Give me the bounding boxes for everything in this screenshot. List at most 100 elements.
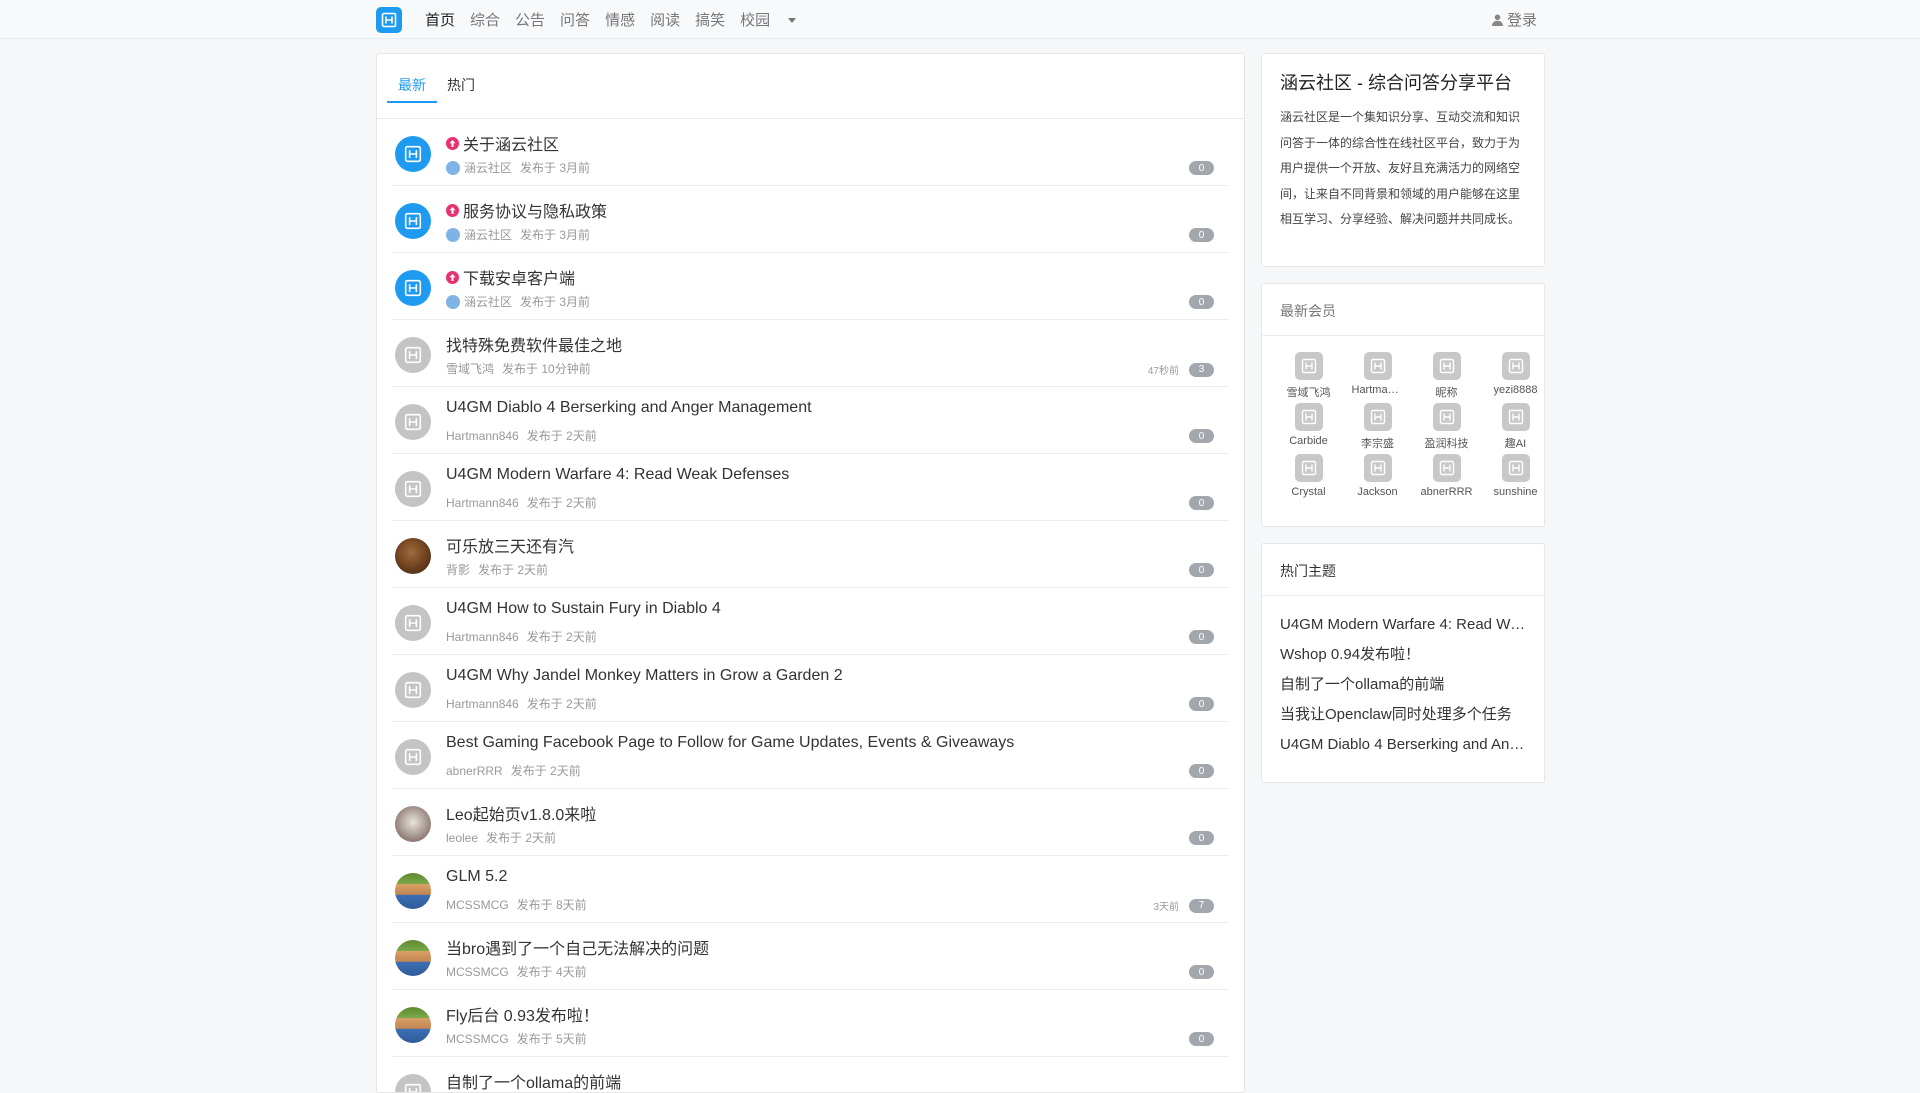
post-title-link[interactable]: U4GM How to Sustain Fury in Diablo 4 (446, 600, 721, 618)
post-title-link[interactable]: 下载安卓客户端 (446, 265, 575, 289)
tab-latest[interactable]: 最新 (398, 75, 426, 95)
post-row[interactable]: Leo起始页v1.8.0来啦 leolee 发布于 2天前 0 (392, 789, 1229, 856)
post-title-link[interactable]: Fly后台 0.93发布啦！ (446, 1002, 599, 1026)
nav-link-qa[interactable]: 问答 (560, 9, 590, 30)
post-title-link[interactable]: 找特殊免费软件最佳之地 (446, 332, 622, 356)
post-row[interactable]: GLM 5.2 MCSSMCG 发布于 8天前 3天前 7 (392, 856, 1229, 923)
post-row[interactable]: 下载安卓客户端 涵云社区 发布于 3月前 0 (392, 253, 1229, 320)
user-avatar[interactable] (395, 806, 431, 842)
post-author[interactable]: Hartmann846 (446, 496, 519, 510)
member-name: sunshine (1493, 486, 1538, 498)
user-avatar[interactable] (395, 538, 431, 574)
default-avatar-icon[interactable] (395, 672, 431, 708)
member-item[interactable]: 盈润科技 (1412, 403, 1481, 451)
user-icon (1491, 14, 1503, 26)
member-item[interactable]: Hartmann846 (1343, 352, 1412, 400)
post-title-link[interactable]: Best Gaming Facebook Page to Follow for … (446, 734, 1014, 752)
user-avatar[interactable] (395, 873, 431, 909)
post-meta: Hartmann846 发布于 2天前 (446, 494, 597, 511)
post-author[interactable]: 涵云社区 (464, 159, 512, 176)
post-title-link[interactable]: 当bro遇到了一个自己无法解决的问题 (446, 935, 709, 959)
post-author[interactable]: MCSSMCG (446, 898, 509, 912)
default-avatar-icon[interactable] (395, 1074, 431, 1092)
nav-link-emotion[interactable]: 情感 (605, 9, 635, 30)
member-item[interactable]: abnerRRR (1412, 454, 1481, 498)
post-row[interactable]: Fly后台 0.93发布啦！ MCSSMCG 发布于 5天前 0 (392, 990, 1229, 1057)
hot-topic-link[interactable]: Wshop 0.94发布啦！ (1280, 646, 1526, 676)
nav-link-reading[interactable]: 阅读 (650, 9, 680, 30)
post-author[interactable]: 背影 (446, 561, 470, 578)
post-author[interactable]: Hartmann846 (446, 429, 519, 443)
post-row[interactable]: U4GM Why Jandel Monkey Matters in Grow a… (392, 655, 1229, 722)
post-row[interactable]: 当bro遇到了一个自己无法解决的问题 MCSSMCG 发布于 4天前 0 (392, 923, 1229, 990)
post-author[interactable]: Hartmann846 (446, 630, 519, 644)
post-title-link[interactable]: U4GM Modern Warfare 4: Read Weak Defense… (446, 466, 789, 484)
post-author[interactable]: Hartmann846 (446, 697, 519, 711)
member-item[interactable]: Jackson (1343, 454, 1412, 498)
member-avatar-icon (1432, 403, 1461, 431)
post-author[interactable]: 涵云社区 (464, 293, 512, 310)
post-row[interactable]: 服务协议与隐私政策 涵云社区 发布于 3月前 0 (392, 186, 1229, 253)
hot-topic-link[interactable]: 当我让Openclaw同时处理多个任务 (1280, 706, 1526, 736)
post-title-link[interactable]: 服务协议与隐私政策 (446, 198, 607, 222)
member-item[interactable]: 趣AI (1481, 403, 1550, 451)
post-author[interactable]: MCSSMCG (446, 1032, 509, 1046)
post-row[interactable]: U4GM Modern Warfare 4: Read Weak Defense… (392, 454, 1229, 521)
default-avatar-icon[interactable] (395, 404, 431, 440)
user-avatar[interactable] (395, 1007, 431, 1043)
post-row[interactable]: 关于涵云社区 涵云社区 发布于 3月前 0 (392, 119, 1229, 186)
about-title: 涵云社区 - 综合问答分享平台 (1280, 73, 1512, 93)
post-author[interactable]: abnerRRR (446, 764, 503, 778)
post-row[interactable]: U4GM Diablo 4 Berserking and Anger Manag… (392, 387, 1229, 454)
post-author[interactable]: 涵云社区 (464, 226, 512, 243)
post-author[interactable]: 雪域飞鸿 (446, 360, 494, 377)
member-item[interactable]: 昵称 (1412, 352, 1481, 400)
hot-topic-link[interactable]: U4GM Modern Warfare 4: Read Weak Defense… (1280, 616, 1526, 646)
member-item[interactable]: 雪域飞鸿 (1274, 352, 1343, 400)
nav-link-home[interactable]: 首页 (425, 9, 455, 30)
more-dropdown-caret-icon[interactable] (788, 17, 797, 23)
default-avatar-icon[interactable] (395, 203, 431, 239)
default-avatar-icon[interactable] (395, 136, 431, 172)
post-title-text: 当bro遇到了一个自己无法解决的问题 (446, 941, 710, 958)
member-item[interactable]: sunshine (1481, 454, 1550, 498)
user-avatar[interactable] (395, 940, 431, 976)
post-row[interactable]: 自制了一个ollama的前端 MCSSMCG 发布于 5天前 0 (392, 1057, 1229, 1092)
post-author[interactable]: MCSSMCG (446, 965, 509, 979)
post-title-link[interactable]: Leo起始页v1.8.0来啦 (446, 801, 596, 825)
post-author[interactable]: leolee (446, 831, 478, 845)
post-title-link[interactable]: GLM 5.2 (446, 868, 507, 886)
post-row[interactable]: 可乐放三天还有汽 背影 发布于 2天前 0 (392, 521, 1229, 588)
site-logo-icon[interactable] (376, 7, 402, 33)
default-avatar-icon[interactable] (395, 605, 431, 641)
member-item[interactable]: Carbide (1274, 403, 1343, 451)
post-row[interactable]: 找特殊免费软件最佳之地 雪域飞鸿 发布于 10分钟前 47秒前 3 (392, 320, 1229, 387)
hot-topic-link[interactable]: U4GM Diablo 4 Berserking and Anger Manag… (1280, 736, 1526, 766)
post-title-link[interactable]: U4GM Diablo 4 Berserking and Anger Manag… (446, 399, 812, 417)
sort-tabs: 最新 热门 (377, 54, 1244, 119)
post-row[interactable]: Best Gaming Facebook Page to Follow for … (392, 722, 1229, 789)
hot-topic-link[interactable]: 自制了一个ollama的前端 (1280, 676, 1526, 706)
nav-link-general[interactable]: 综合 (470, 9, 500, 30)
post-title-link[interactable]: 可乐放三天还有汽 (446, 533, 574, 557)
nav-link-announcements[interactable]: 公告 (515, 9, 545, 30)
default-avatar-icon[interactable] (395, 471, 431, 507)
default-avatar-icon[interactable] (395, 337, 431, 373)
post-title-link[interactable]: 关于涵云社区 (446, 131, 559, 155)
post-meta: leolee 发布于 2天前 (446, 829, 556, 846)
post-title-text: Fly后台 0.93发布啦！ (446, 1008, 599, 1025)
default-avatar-icon[interactable] (395, 739, 431, 775)
pinned-arrow-icon (446, 136, 459, 150)
post-title-link[interactable]: 自制了一个ollama的前端 (446, 1069, 621, 1092)
author-mini-avatar (446, 160, 460, 175)
post-title-link[interactable]: U4GM Why Jandel Monkey Matters in Grow a… (446, 667, 843, 685)
post-row[interactable]: U4GM How to Sustain Fury in Diablo 4 Har… (392, 588, 1229, 655)
login-link[interactable]: 登录 (1491, 0, 1537, 39)
default-avatar-icon[interactable] (395, 270, 431, 306)
member-item[interactable]: 李宗盛 (1343, 403, 1412, 451)
tab-hot[interactable]: 热门 (447, 75, 475, 95)
nav-link-campus[interactable]: 校园 (740, 9, 770, 30)
member-item[interactable]: Crystal (1274, 454, 1343, 498)
nav-link-funny[interactable]: 搞笑 (695, 9, 725, 30)
member-item[interactable]: yezi8888 (1481, 352, 1550, 400)
